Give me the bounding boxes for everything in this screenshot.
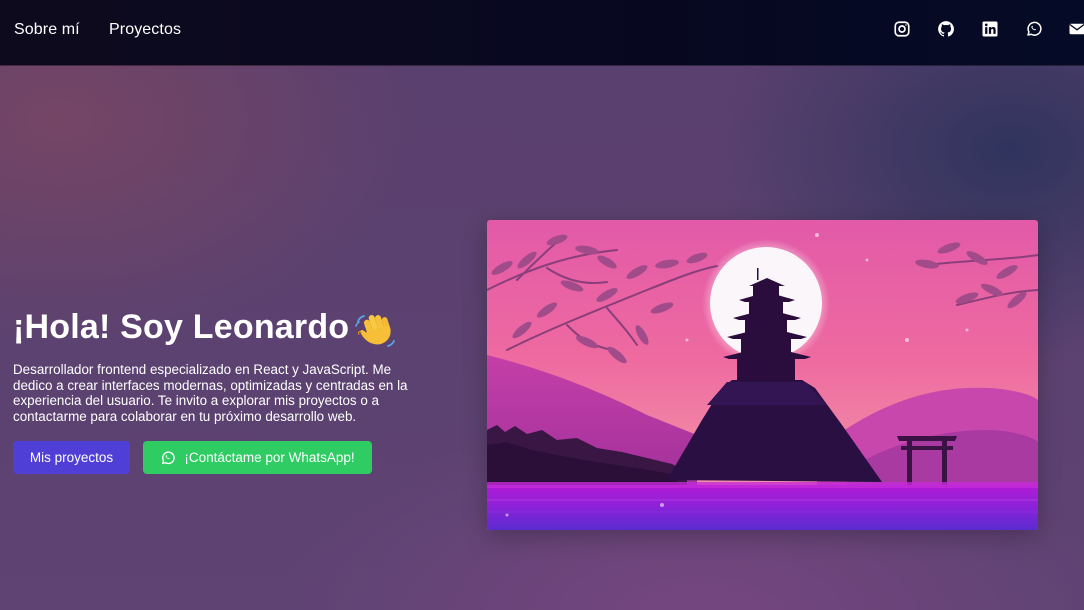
github-icon[interactable] bbox=[937, 20, 955, 38]
hero-title: ¡Hola! Soy Leonardo bbox=[13, 308, 350, 346]
whatsapp-contact-button-label: ¡Contáctame por WhatsApp! bbox=[184, 450, 355, 465]
nav-link-proyectos[interactable]: Proyectos bbox=[109, 21, 181, 39]
whatsapp-contact-button[interactable]: ¡Contáctame por WhatsApp! bbox=[143, 441, 372, 474]
email-icon[interactable] bbox=[1068, 20, 1084, 38]
nav-link-sobre-mi[interactable]: Sobre mí bbox=[14, 21, 80, 39]
linkedin-icon[interactable] bbox=[981, 20, 999, 38]
whatsapp-icon[interactable] bbox=[1025, 20, 1043, 38]
instagram-icon[interactable] bbox=[893, 20, 911, 38]
hero-illustration bbox=[487, 220, 1038, 530]
my-projects-button[interactable]: Mis proyectos bbox=[13, 441, 130, 474]
whatsapp-icon bbox=[160, 450, 176, 466]
navbar: Sobre mí Proyectos bbox=[0, 0, 1084, 65]
my-projects-button-label: Mis proyectos bbox=[29, 450, 114, 465]
hero-description: Desarrollador frontend especializado en … bbox=[13, 362, 408, 424]
waving-hand-icon bbox=[355, 309, 397, 349]
